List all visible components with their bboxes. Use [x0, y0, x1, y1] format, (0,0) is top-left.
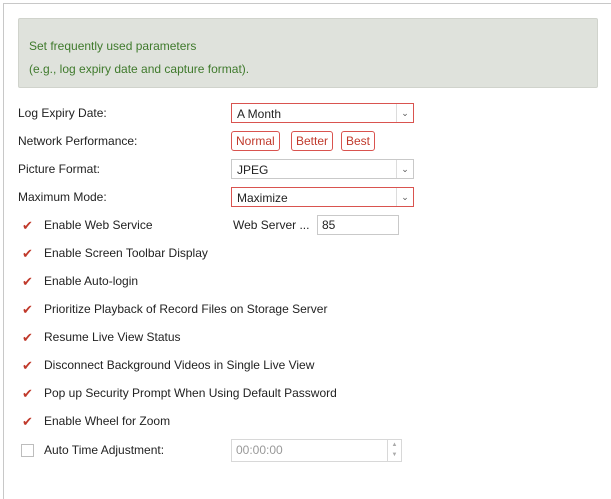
checkmark-icon[interactable]: ✔ [21, 387, 34, 400]
picture-format-select[interactable]: JPEG ⌄ [231, 159, 414, 179]
web-server-port-label: Web Server ... [233, 218, 310, 232]
enable-toolbar-display-label: Enable Screen Toolbar Display [44, 246, 208, 260]
picture-format-value: JPEG [237, 163, 269, 177]
maximum-mode-value: Maximize [237, 191, 288, 205]
info-line-1: Set frequently used parameters [29, 39, 197, 53]
chevron-down-icon[interactable]: ⌄ [396, 160, 413, 178]
checkbox-row: ✔ Enable Auto-login [18, 271, 608, 291]
checkbox-row: ✔ Enable Screen Toolbar Display [18, 243, 608, 263]
checkbox-row: ✔ Enable Wheel for Zoom [18, 411, 608, 431]
network-performance-label: Network Performance: [18, 134, 138, 148]
log-expiry-select[interactable]: A Month ⌄ [231, 103, 414, 123]
security-prompt-label: Pop up Security Prompt When Using Defaul… [44, 386, 337, 400]
maximum-mode-row: Maximum Mode: Maximize ⌄ [18, 187, 608, 207]
checkbox-row: ✔ Prioritize Playback of Record Files on… [18, 299, 608, 319]
auto-time-value: 00:00:00 [236, 443, 283, 457]
performance-best-button[interactable]: Best [341, 131, 376, 151]
picture-format-label: Picture Format: [18, 162, 101, 176]
picture-format-row: Picture Format: JPEG ⌄ [18, 159, 608, 179]
log-expiry-row: Log Expiry Date: A Month ⌄ [18, 103, 608, 123]
checkmark-icon[interactable]: ✔ [21, 359, 34, 372]
time-spinner[interactable]: ▲ ▼ [387, 440, 401, 461]
prioritize-playback-label: Prioritize Playback of Record Files on S… [44, 302, 328, 316]
checkmark-icon[interactable]: ✔ [21, 331, 34, 344]
caret-down-icon[interactable]: ▼ [388, 450, 401, 460]
checkmark-icon[interactable]: ✔ [21, 219, 34, 232]
auto-time-row: Auto Time Adjustment: 00:00:00 ▲ ▼ [18, 439, 608, 462]
resume-live-view-label: Resume Live View Status [44, 330, 181, 344]
maximum-mode-select[interactable]: Maximize ⌄ [231, 187, 414, 207]
disconnect-background-videos-label: Disconnect Background Videos in Single L… [44, 358, 315, 372]
checkbox-row: ✔ Resume Live View Status [18, 327, 608, 347]
performance-better-button[interactable]: Better [291, 131, 334, 151]
log-expiry-value: A Month [237, 107, 282, 121]
checkmark-icon[interactable]: ✔ [21, 303, 34, 316]
checkmark-icon[interactable]: ✔ [21, 415, 34, 428]
checkbox-row: ✔ Disconnect Background Videos in Single… [18, 355, 608, 375]
enable-auto-login-label: Enable Auto-login [44, 274, 139, 288]
info-line-2: (e.g., log expiry date and capture forma… [29, 62, 250, 76]
network-performance-row: Network Performance: Normal Better Best [18, 131, 608, 151]
chevron-down-icon[interactable]: ⌄ [396, 104, 413, 122]
chevron-down-icon[interactable]: ⌄ [396, 188, 413, 206]
checkmark-icon[interactable]: ✔ [21, 247, 34, 260]
log-expiry-label: Log Expiry Date: [18, 106, 107, 120]
enable-web-service-row: ✔ Enable Web Service Web Server ... 85 [18, 215, 608, 235]
checkmark-icon[interactable]: ✔ [21, 275, 34, 288]
maximum-mode-label: Maximum Mode: [18, 190, 107, 204]
info-box: Set frequently used parameters (e.g., lo… [18, 18, 598, 88]
caret-up-icon[interactable]: ▲ [388, 440, 401, 450]
wheel-zoom-label: Enable Wheel for Zoom [44, 414, 171, 428]
unchecked-checkbox[interactable] [21, 444, 34, 457]
enable-web-service-label: Enable Web Service [44, 218, 153, 232]
checkbox-row: ✔ Pop up Security Prompt When Using Defa… [18, 383, 608, 403]
web-server-port-input[interactable]: 85 [317, 215, 399, 235]
performance-normal-button[interactable]: Normal [231, 131, 280, 151]
auto-time-input[interactable]: 00:00:00 ▲ ▼ [231, 439, 402, 462]
auto-time-label: Auto Time Adjustment: [44, 443, 165, 457]
settings-panel: Set frequently used parameters (e.g., lo… [3, 3, 611, 499]
